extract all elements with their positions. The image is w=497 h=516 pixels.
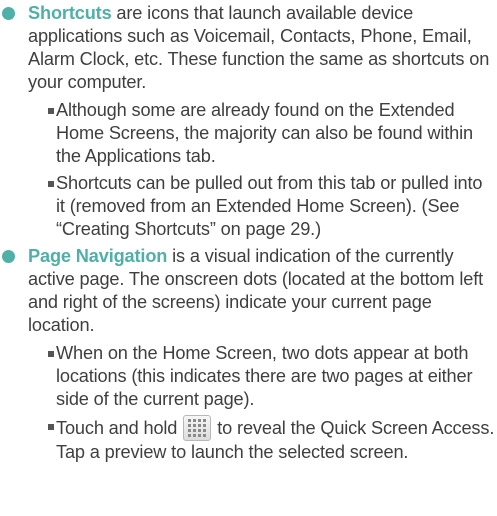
shortcuts-term: Shortcuts <box>28 3 112 23</box>
shortcuts-subitem-text: Although some are already found on the E… <box>56 100 473 166</box>
touch-hold-before: Touch and hold <box>56 418 178 438</box>
square-bullet-icon <box>48 108 54 114</box>
square-bullet-icon <box>48 181 54 187</box>
manual-page: Shortcuts are icons that launch availabl… <box>0 0 497 516</box>
square-bullet-icon <box>48 351 54 357</box>
page-navigation-subitem-text: When on the Home Screen, two dots appear… <box>56 343 473 409</box>
bullet-dot-icon <box>2 7 15 20</box>
bullet-dot-icon <box>2 250 15 263</box>
touch-hold-instruction: Touch and hold to reveal the Quick Scree… <box>56 415 496 464</box>
applications-grid-icon <box>183 415 212 441</box>
shortcuts-paragraph: Shortcuts are icons that launch availabl… <box>28 2 494 94</box>
page-navigation-paragraph: Page Navigation is a visual indication o… <box>28 245 494 337</box>
shortcuts-subitem-text: Shortcuts can be pulled out from this ta… <box>56 173 483 239</box>
page-navigation-term: Page Navigation <box>28 246 168 266</box>
square-bullet-icon <box>48 424 54 430</box>
